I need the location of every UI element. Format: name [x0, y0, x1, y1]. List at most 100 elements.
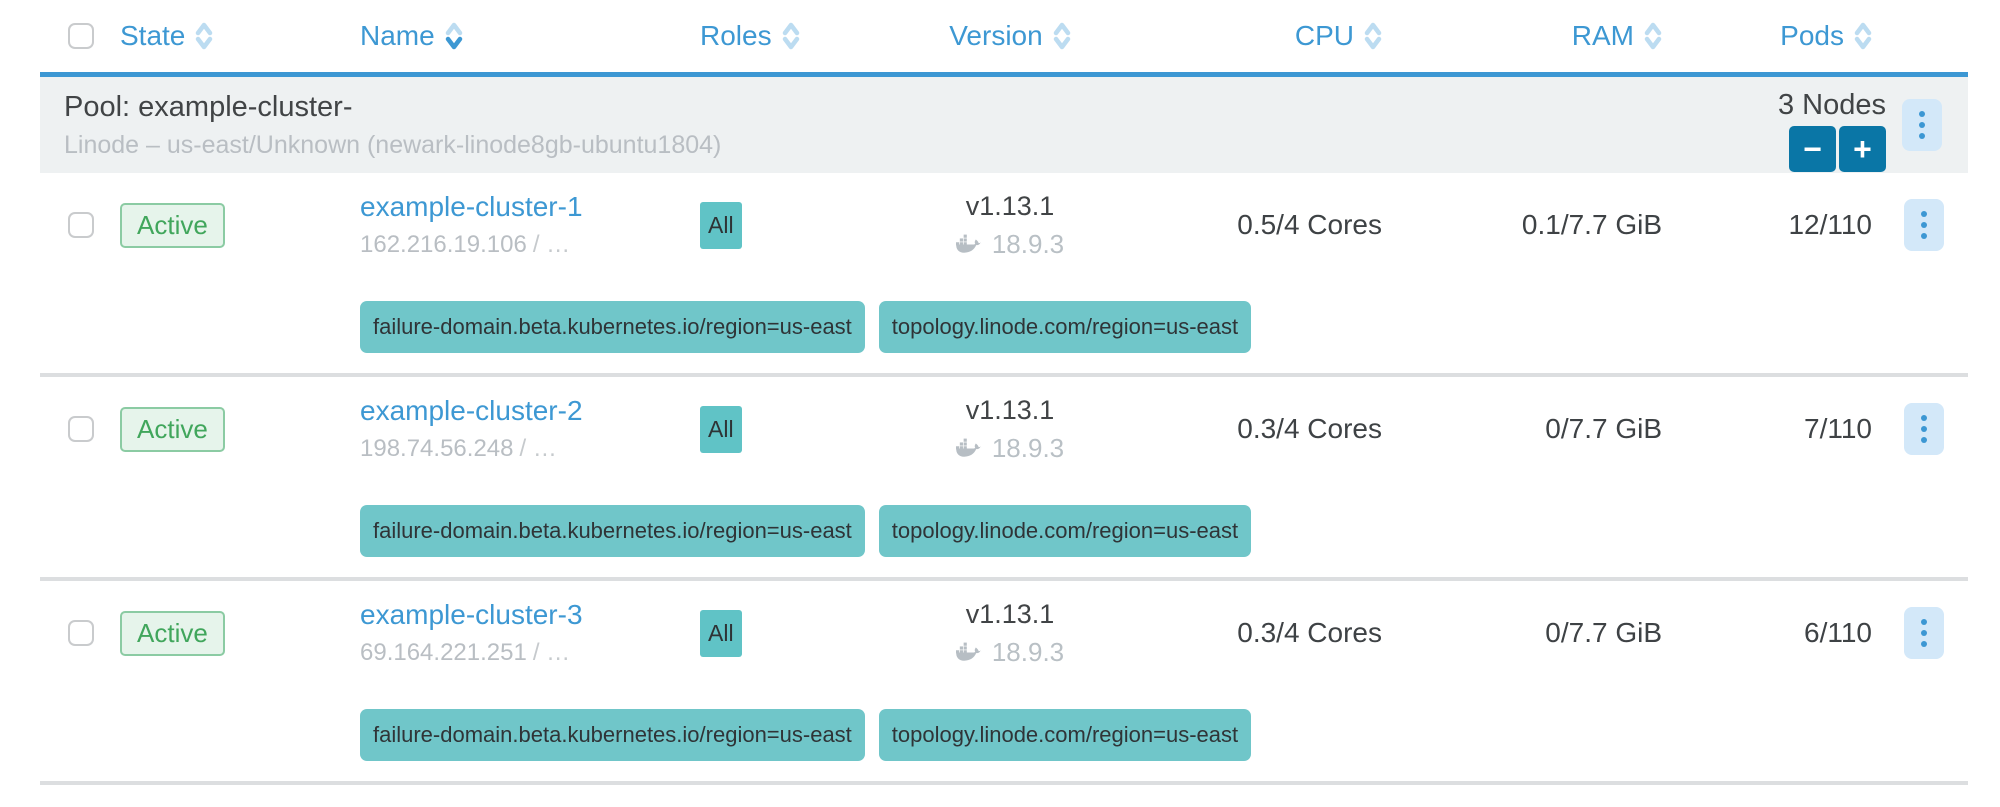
pods-value: 12/110: [1670, 209, 1880, 241]
docker-icon: [956, 234, 983, 255]
node-row: Active example-cluster-2 198.74.56.248/ …: [40, 377, 1968, 581]
row-menu-button[interactable]: [1904, 607, 1944, 659]
roles-cell: All: [700, 202, 880, 249]
sort-icon[interactable]: [1854, 21, 1872, 51]
scale-down-button[interactable]: −: [1789, 126, 1836, 172]
node-name-link[interactable]: example-cluster-2: [360, 395, 583, 426]
row-checkbox[interactable]: [68, 620, 94, 646]
column-header-version[interactable]: Version: [880, 20, 1140, 52]
actions-cell: [1880, 403, 1968, 455]
column-label: Version: [949, 20, 1042, 52]
kubernetes-version: v1.13.1: [880, 395, 1140, 426]
column-label: Roles: [700, 20, 772, 52]
sort-icon-active-down[interactable]: [445, 21, 463, 51]
column-label: State: [120, 20, 185, 52]
kebab-icon: [1921, 410, 1927, 448]
name-cell: example-cluster-3 69.164.221.251/ …: [360, 599, 700, 667]
sort-icon[interactable]: [1364, 21, 1382, 51]
column-header-ram[interactable]: RAM: [1390, 20, 1670, 52]
state-badge: Active: [120, 203, 225, 248]
node-labels: failure-domain.beta.kubernetes.io/region…: [360, 709, 1968, 761]
node-address: 69.164.221.251/ …: [360, 639, 700, 667]
node-name-link[interactable]: example-cluster-3: [360, 599, 583, 630]
node-address: 162.216.19.106/ …: [360, 231, 700, 259]
node-name-link[interactable]: example-cluster-1: [360, 191, 583, 222]
docker-version-line: 18.9.3: [880, 637, 1140, 668]
roles-cell: All: [700, 406, 880, 453]
row-checkbox-cell: [40, 416, 120, 442]
node-label-tag: topology.linode.com/region=us-east: [879, 301, 1251, 353]
node-row: Active example-cluster-3 69.164.221.251/…: [40, 581, 1968, 785]
state-cell: Active: [120, 203, 360, 248]
node-labels: failure-domain.beta.kubernetes.io/region…: [360, 505, 1968, 557]
column-label: RAM: [1572, 20, 1634, 52]
scale-buttons: − +: [1789, 126, 1886, 172]
row-checkbox[interactable]: [68, 212, 94, 238]
node-labels: failure-domain.beta.kubernetes.io/region…: [360, 301, 1968, 353]
kebab-icon: [1919, 106, 1925, 144]
sort-icon[interactable]: [1644, 21, 1662, 51]
ram-value: 0.1/7.7 GiB: [1390, 209, 1670, 241]
actions-cell: [1880, 607, 1968, 659]
ram-value: 0/7.7 GiB: [1390, 413, 1670, 445]
row-checkbox[interactable]: [68, 416, 94, 442]
docker-version: 18.9.3: [992, 229, 1064, 260]
docker-version: 18.9.3: [992, 433, 1064, 464]
role-badge: All: [700, 610, 742, 657]
node-row: Active example-cluster-1 162.216.19.106/…: [40, 173, 1968, 377]
pool-info: Pool: example-cluster- Linode – us-east/…: [64, 77, 721, 173]
docker-icon: [956, 438, 983, 459]
column-label: Name: [360, 20, 435, 52]
name-cell: example-cluster-2 198.74.56.248/ …: [360, 395, 700, 463]
sort-icon[interactable]: [195, 21, 213, 51]
column-header-cpu[interactable]: CPU: [1140, 20, 1390, 52]
sort-icon[interactable]: [782, 21, 800, 51]
row-menu-button[interactable]: [1904, 199, 1944, 251]
role-badge: All: [700, 406, 742, 453]
address-more[interactable]: / …: [533, 231, 570, 258]
column-label: Pods: [1780, 20, 1844, 52]
kubernetes-version: v1.13.1: [880, 191, 1140, 222]
row-checkbox-cell: [40, 212, 120, 238]
node-count: 3 Nodes: [1778, 89, 1886, 122]
column-label: CPU: [1295, 20, 1354, 52]
pool-controls: 3 Nodes − +: [1778, 77, 1942, 173]
state-badge: Active: [120, 407, 225, 452]
row-checkbox-cell: [40, 620, 120, 646]
kebab-icon: [1921, 206, 1927, 244]
pool-menu-button[interactable]: [1902, 99, 1942, 151]
node-label-tag: topology.linode.com/region=us-east: [879, 505, 1251, 557]
name-cell: example-cluster-1 162.216.19.106/ …: [360, 191, 700, 259]
sort-icon[interactable]: [1053, 21, 1071, 51]
select-all-checkbox[interactable]: [68, 23, 94, 49]
row-menu-button[interactable]: [1904, 403, 1944, 455]
pool-row: Pool: example-cluster- Linode – us-east/…: [40, 77, 1968, 173]
column-header-roles[interactable]: Roles: [700, 20, 880, 52]
role-badge: All: [700, 202, 742, 249]
node-label-tag: failure-domain.beta.kubernetes.io/region…: [360, 505, 865, 557]
roles-cell: All: [700, 610, 880, 657]
version-cell: v1.13.1 18.9.3: [880, 395, 1140, 464]
kebab-icon: [1921, 614, 1927, 652]
column-header-name[interactable]: Name: [360, 20, 700, 52]
state-cell: Active: [120, 407, 360, 452]
docker-version: 18.9.3: [992, 637, 1064, 668]
scale-up-button[interactable]: +: [1839, 126, 1886, 172]
pods-value: 7/110: [1670, 413, 1880, 445]
node-label-tag: topology.linode.com/region=us-east: [879, 709, 1251, 761]
cpu-value: 0.3/4 Cores: [1140, 617, 1390, 649]
column-header-state[interactable]: State: [120, 20, 360, 52]
pool-subtitle: Linode – us-east/Unknown (newark-linode8…: [64, 131, 721, 160]
node-address: 198.74.56.248/ …: [360, 435, 700, 463]
address-more[interactable]: / …: [533, 639, 570, 666]
header-checkbox-cell: [40, 23, 120, 49]
column-header-pods[interactable]: Pods: [1670, 20, 1880, 52]
table-header-row: State Name Roles Version CPU RAM Pods: [40, 0, 1968, 77]
docker-icon: [956, 642, 983, 663]
address-more[interactable]: / …: [519, 435, 556, 462]
cpu-value: 0.3/4 Cores: [1140, 413, 1390, 445]
pool-scale-block: 3 Nodes − +: [1778, 77, 1886, 172]
actions-cell: [1880, 199, 1968, 251]
node-pool-table: State Name Roles Version CPU RAM Pods: [40, 0, 1968, 785]
node-label-tag: failure-domain.beta.kubernetes.io/region…: [360, 709, 865, 761]
